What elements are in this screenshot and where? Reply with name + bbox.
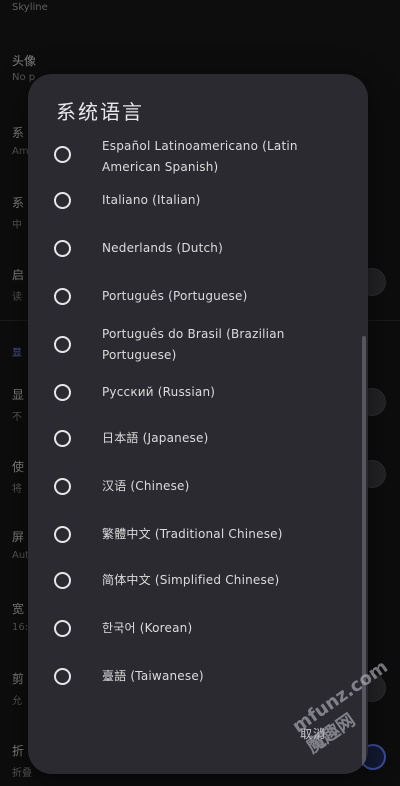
radio-button[interactable]	[54, 336, 71, 353]
radio-button[interactable]	[54, 384, 71, 401]
radio-button[interactable]	[54, 146, 71, 163]
dialog-title: 系统语言	[56, 100, 144, 124]
language-label: Italiano (Italian)	[102, 193, 201, 207]
radio-button[interactable]	[54, 526, 71, 543]
language-label: Português do Brasil (Brazilian Portugues…	[102, 327, 285, 362]
language-label: Português (Portuguese)	[102, 289, 248, 303]
language-label: 한국어 (Korean)	[102, 621, 193, 635]
language-label: Nederlands (Dutch)	[102, 241, 223, 255]
language-label: 臺語 (Taiwanese)	[102, 669, 204, 683]
language-label: 汉语 (Chinese)	[102, 479, 190, 493]
radio-button[interactable]	[54, 430, 71, 447]
language-label: 繁體中文 (Traditional Chinese)	[102, 527, 283, 541]
radio-button[interactable]	[54, 668, 71, 685]
radio-button[interactable]	[54, 620, 71, 637]
radio-button[interactable]	[54, 240, 71, 257]
language-label: 日本語 (Japanese)	[102, 431, 209, 445]
language-dialog: 系统语言 Español Latinoamericano (Latin Amer…	[28, 74, 368, 774]
radio-button[interactable]	[54, 288, 71, 305]
language-label: Español Latinoamericano (Latin American …	[102, 140, 298, 174]
radio-button[interactable]	[54, 572, 71, 589]
radio-button[interactable]	[54, 478, 71, 495]
language-label: Русский (Russian)	[102, 385, 216, 399]
language-label: 简体中文 (Simplified Chinese)	[102, 573, 280, 587]
radio-button[interactable]	[54, 192, 71, 209]
language-list[interactable]: Español Latinoamericano (Latin American …	[28, 140, 368, 734]
